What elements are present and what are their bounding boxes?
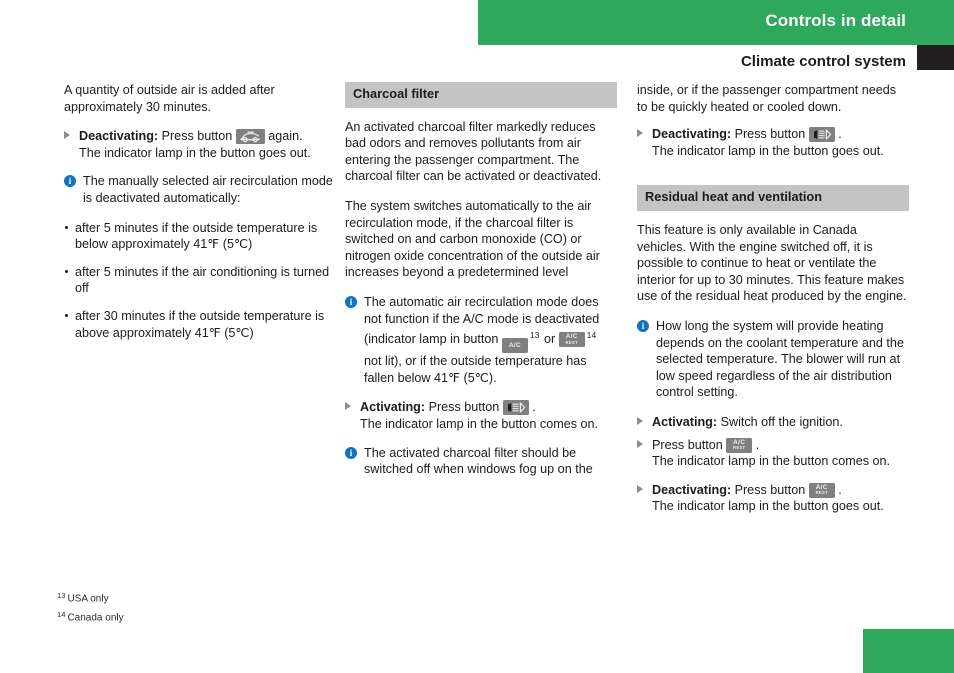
charcoal-filter-button-icon <box>808 127 835 143</box>
column-left: A quantity of outside air is added after… <box>64 82 334 353</box>
step-text-after: again. <box>264 129 303 144</box>
note-text: How long the system will provide heating… <box>656 318 904 400</box>
arrow-bullet-icon <box>637 484 643 493</box>
footnote-number: 14 <box>57 609 66 619</box>
ac-rest-line-2: REST <box>565 339 578 345</box>
left-intro-paragraph: A quantity of outside air is added after… <box>64 83 275 114</box>
ac-button-icon: A/C <box>501 338 528 354</box>
footnote-ref-14: 14 <box>586 330 597 341</box>
section-heading-residual-heat: Residual heat and ventilation <box>637 185 909 211</box>
page-number: 189 <box>24 11 55 31</box>
step-text-before: Press button <box>731 482 809 497</box>
note-text-part-3: not lit), or if the outside temperature … <box>364 354 587 385</box>
charcoal-filter-button-icon <box>502 400 529 416</box>
note-charcoal-filter-fog: i The activated charcoal filter should b… <box>345 445 617 478</box>
right-continuation-paragraph: inside, or if the passenger compartment … <box>637 83 897 114</box>
info-icon: i <box>345 295 357 308</box>
footnote-13: 13 USA only <box>57 588 124 607</box>
step-result: The indicator lamp in the button goes ou… <box>652 143 884 158</box>
residual-heat-paragraph-1: This feature is only available in Canada… <box>637 222 907 304</box>
page-number-band <box>863 629 954 673</box>
footnote-text: USA only <box>67 593 109 605</box>
step-label: Activating: <box>360 400 426 415</box>
step-text-after: . <box>834 482 842 497</box>
step-result: The indicator lamp in the button comes o… <box>652 454 891 469</box>
ac-rest-button-icon: A/C REST <box>808 482 835 498</box>
list-item: after 5 minutes if the outside temperatu… <box>64 220 334 253</box>
note-text: The activated charcoal filter should be … <box>364 445 593 477</box>
column-right: inside, or if the passenger compartment … <box>637 82 909 527</box>
ac-rest-button-icon: A/C REST <box>726 437 753 453</box>
step-text-after: . <box>528 400 536 415</box>
ac-rest-button-icon: A/C REST <box>558 332 585 348</box>
step-label: Activating: <box>652 414 718 429</box>
footnotes-block: 13 USA only 14 Canada only <box>57 588 124 625</box>
step-text-after: . <box>752 437 760 452</box>
footnote-text: Canada only <box>67 612 124 623</box>
info-icon: i <box>64 175 76 188</box>
step-text: Switch off the ignition. <box>717 414 843 429</box>
step-press-ac-rest-button: Press button A/C REST . The indicator lam… <box>637 437 909 470</box>
auto-deactivation-conditions-list: after 5 minutes if the outside temperatu… <box>64 220 334 342</box>
step-text-before: Press button <box>425 400 503 415</box>
step-label: Deactivating: <box>652 127 732 142</box>
arrow-bullet-icon <box>637 129 643 138</box>
list-item: after 5 minutes if the air conditioning … <box>64 264 334 297</box>
note-automatic-recirculation: i The automatic air recirculation mode d… <box>345 294 617 386</box>
list-item: after 30 minutes if the outside temperat… <box>64 308 334 341</box>
step-text-after: . <box>834 127 842 142</box>
arrow-bullet-icon <box>637 416 643 425</box>
step-text-before: Press button <box>731 127 809 142</box>
ac-rest-line-2: REST <box>733 445 746 450</box>
step-result: The indicator lamp in the button goes ou… <box>79 145 311 160</box>
note-text: The manually selected air recirculation … <box>83 174 333 205</box>
step-deactivating-residual-heat: Deactivating: Press button A/C REST . The… <box>637 482 909 515</box>
arrow-bullet-icon <box>345 402 351 411</box>
section-heading-charcoal-filter: Charcoal filter <box>345 82 617 108</box>
info-icon: i <box>345 446 357 459</box>
step-deactivating-recirculation: Deactivating: Press button again. The in… <box>64 128 334 161</box>
footnote-14: 14 Canada only <box>57 607 124 626</box>
column-middle: Charcoal filter An activated charcoal fi… <box>345 82 617 491</box>
arrow-bullet-icon <box>637 439 643 448</box>
step-text-before: Press button <box>652 437 727 452</box>
step-label: Deactivating: <box>79 129 159 144</box>
note-text-part-2: or <box>540 332 559 347</box>
step-label: Deactivating: <box>652 482 732 497</box>
info-icon: i <box>637 319 649 332</box>
manual-page: Controls in detail Climate control syste… <box>0 0 954 673</box>
chapter-title: Climate control system <box>740 53 906 70</box>
chapter-tab-marker <box>917 45 954 70</box>
ac-rest-line-2: REST <box>815 490 828 496</box>
step-result: The indicator lamp in the button comes o… <box>360 416 599 431</box>
air-recirculation-button-icon <box>235 129 265 145</box>
charcoal-filter-paragraph-1: An activated charcoal filter markedly re… <box>345 119 602 184</box>
charcoal-filter-paragraph-2: The system switches automatically to the… <box>345 198 600 280</box>
running-head-title: Controls in detail <box>765 11 906 30</box>
arrow-bullet-icon <box>64 131 70 140</box>
footnote-ref-13: 13 <box>529 330 540 341</box>
step-deactivating-charcoal-filter: Deactivating: Press button . The indicat… <box>637 126 909 159</box>
step-result: The indicator lamp in the button goes ou… <box>652 499 884 514</box>
step-activating-residual-heat: Activating: Switch off the ignition. <box>637 414 909 431</box>
footnote-number: 13 <box>57 591 66 600</box>
step-text-before: Press button <box>158 129 236 144</box>
note-auto-deactivation: i The manually selected air recirculatio… <box>64 173 334 206</box>
note-heating-duration: i How long the system will provide heati… <box>637 318 909 401</box>
step-activating-charcoal-filter: Activating: Press button . The indicator… <box>345 399 617 432</box>
